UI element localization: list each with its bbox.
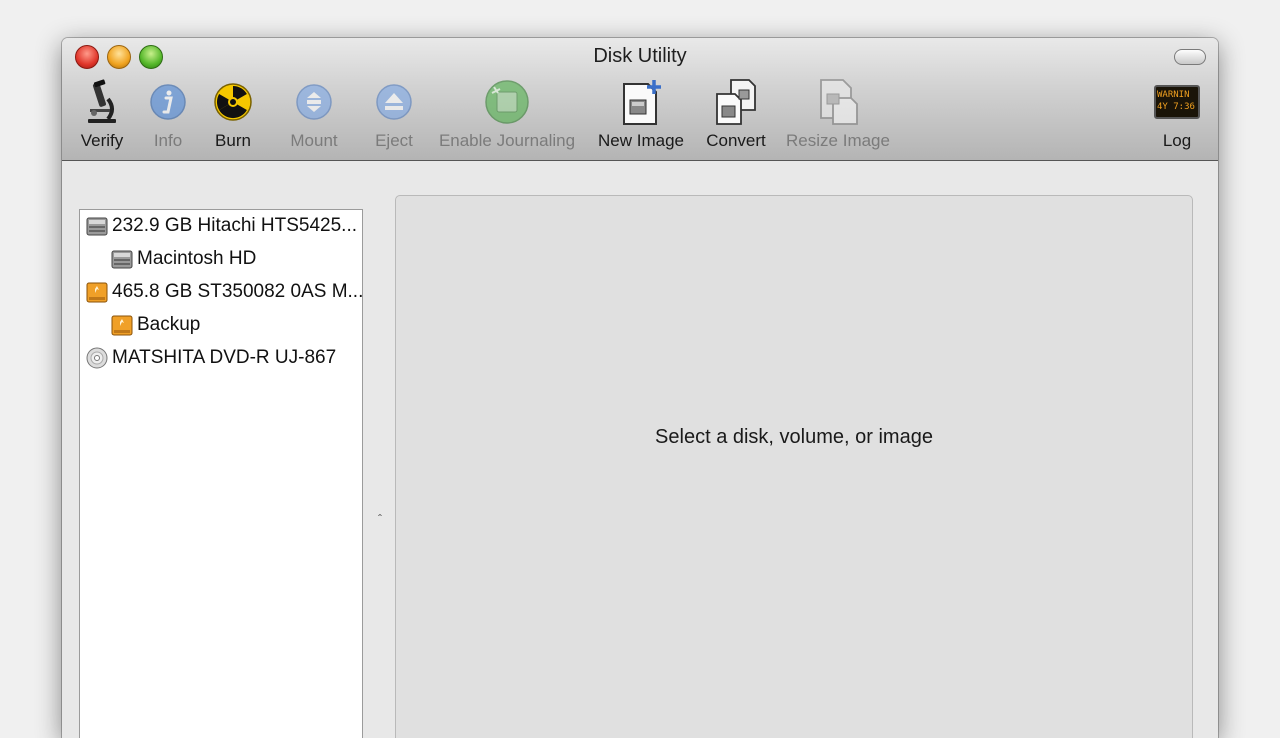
burn-label: Burn xyxy=(215,131,251,150)
disk-item-label: MATSHITA DVD-R UJ-867 xyxy=(112,347,337,368)
internal-disk-icon xyxy=(86,215,108,237)
log-button[interactable]: WARNIN 4Y 7:36 P Log xyxy=(1150,78,1204,156)
internal-volume-icon xyxy=(111,248,133,270)
titlebar: Disk Utility Verify Info Burn Mount Ejec… xyxy=(62,38,1218,161)
disk-item-label: 232.9 GB Hitachi HTS5425... xyxy=(112,215,358,236)
mount-button[interactable]: Mount xyxy=(286,78,342,156)
radiation-icon xyxy=(209,78,257,126)
log-label: Log xyxy=(1162,131,1192,150)
disk-item-hitachi[interactable]: 232.9 GB Hitachi HTS5425... xyxy=(86,212,357,240)
disk-item-dvd-drive[interactable]: MATSHITA DVD-R UJ-867 xyxy=(86,344,336,372)
journaling-icon xyxy=(483,78,531,126)
enable-journaling-button[interactable]: Enable Journaling xyxy=(434,78,580,156)
verify-label: Verify xyxy=(80,131,124,150)
info-label: Info xyxy=(153,131,183,150)
disk-item-label: 465.8 GB ST350082 0AS M... xyxy=(112,281,364,302)
resize-image-button[interactable]: Resize Image xyxy=(784,78,892,156)
enable-journaling-label: Enable Journaling xyxy=(438,131,576,150)
mount-label: Mount xyxy=(290,131,338,150)
volume-item-backup[interactable]: Backup xyxy=(111,311,200,339)
disk-list[interactable]: 232.9 GB Hitachi HTS5425... Macintosh HD xyxy=(79,209,363,738)
mount-icon xyxy=(290,78,338,126)
verify-button[interactable]: Verify xyxy=(78,78,126,156)
info-icon xyxy=(144,78,192,126)
new-image-button[interactable]: New Image xyxy=(595,78,687,156)
convert-button[interactable]: Convert xyxy=(701,78,771,156)
convert-icon xyxy=(712,78,760,126)
external-disk-icon xyxy=(86,281,108,303)
eject-icon xyxy=(370,78,418,126)
log-icon-line: 4Y 7:36 P xyxy=(1157,102,1198,112)
resize-image-label: Resize Image xyxy=(786,131,890,150)
toolbar-toggle-button[interactable] xyxy=(1174,49,1206,65)
detail-panel: Select a disk, volume, or image xyxy=(395,195,1193,738)
external-volume-icon xyxy=(111,314,133,336)
optical-drive-icon xyxy=(86,347,108,369)
splitter-handle[interactable]: ˆ xyxy=(378,512,382,526)
new-image-icon xyxy=(617,78,665,126)
eject-label: Eject xyxy=(375,131,413,150)
console-log-icon: WARNIN 4Y 7:36 P xyxy=(1153,78,1201,126)
new-image-label: New Image xyxy=(598,131,684,150)
volume-item-label: Macintosh HD xyxy=(137,248,257,269)
disk-utility-window: Disk Utility Verify Info Burn Mount Ejec… xyxy=(62,38,1218,738)
burn-button[interactable]: Burn xyxy=(211,78,255,156)
eject-button[interactable]: Eject xyxy=(369,78,419,156)
window-title: Disk Utility xyxy=(593,45,687,67)
resize-image-icon xyxy=(814,78,862,126)
disk-item-st350082[interactable]: 465.8 GB ST350082 0AS M... xyxy=(86,278,363,306)
log-icon-line: WARNIN xyxy=(1157,90,1190,100)
info-button[interactable]: Info xyxy=(148,78,188,156)
volume-item-label: Backup xyxy=(137,314,201,335)
volume-item-macintosh-hd[interactable]: Macintosh HD xyxy=(111,245,256,273)
empty-selection-message: Select a disk, volume, or image xyxy=(655,426,933,448)
microscope-icon xyxy=(78,78,126,126)
convert-label: Convert xyxy=(706,131,766,150)
